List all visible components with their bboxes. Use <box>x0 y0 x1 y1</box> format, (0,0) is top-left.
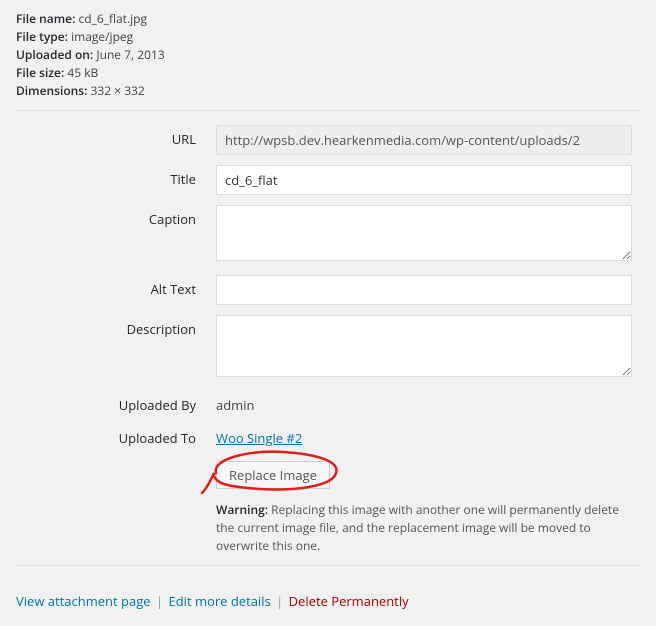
caption-textarea[interactable] <box>216 205 632 261</box>
replace-image-row: Replace Image <box>16 457 640 489</box>
description-row: Description <box>16 315 640 381</box>
separator: | <box>276 592 283 610</box>
title-row: Title <box>16 165 640 195</box>
warning-row: Warning: Replacing this image with anoth… <box>16 499 640 555</box>
uploaded-on-value: June 7, 2013 <box>96 46 164 63</box>
footer-links: View attachment page | Edit more details… <box>16 592 640 610</box>
url-label: URL <box>16 125 216 148</box>
file-meta-block: File name: cd_6_flat.jpg File type: imag… <box>16 10 640 100</box>
filename-row: File name: cd_6_flat.jpg <box>16 10 640 28</box>
alt-text-row: Alt Text <box>16 275 640 305</box>
divider <box>16 110 640 111</box>
delete-permanently-link[interactable]: Delete Permanently <box>289 592 409 610</box>
warning-body: Replacing this image with another one wi… <box>216 501 619 554</box>
replace-image-button[interactable]: Replace Image <box>216 461 330 489</box>
view-attachment-link[interactable]: View attachment page <box>16 592 151 610</box>
dimensions-label: Dimensions: <box>16 82 87 99</box>
filename-value: cd_6_flat.jpg <box>78 10 147 27</box>
dimensions-value: 332 × 332 <box>91 82 145 99</box>
filetype-row: File type: image/jpeg <box>16 28 640 46</box>
uploaded-to-label: Uploaded To <box>16 424 216 447</box>
attachment-form: URL Title Caption Alt Text Description <box>16 125 640 555</box>
caption-label: Caption <box>16 205 216 228</box>
uploaded-by-row: Uploaded By admin <box>16 391 640 414</box>
filetype-label: File type: <box>16 28 68 45</box>
warning-text: Warning: Replacing this image with anoth… <box>216 501 632 555</box>
separator: | <box>156 592 163 610</box>
url-row: URL <box>16 125 640 155</box>
title-label: Title <box>16 165 216 188</box>
filetype-value: image/jpeg <box>71 28 133 45</box>
caption-row: Caption <box>16 205 640 265</box>
filesize-row: File size: 45 kB <box>16 64 640 82</box>
edit-details-link[interactable]: Edit more details <box>169 592 271 610</box>
footer-divider <box>16 565 640 566</box>
title-input[interactable] <box>216 165 632 195</box>
url-input[interactable] <box>216 125 632 155</box>
attachment-details-panel: File name: cd_6_flat.jpg File type: imag… <box>0 0 656 626</box>
description-textarea[interactable] <box>216 315 632 377</box>
filename-label: File name: <box>16 10 75 27</box>
uploaded-by-label: Uploaded By <box>16 391 216 414</box>
filesize-value: 45 kB <box>67 64 98 81</box>
uploaded-on-row: Uploaded on: June 7, 2013 <box>16 46 640 64</box>
uploaded-to-link[interactable]: Woo Single #2 <box>216 429 302 447</box>
uploaded-by-value: admin <box>216 391 632 414</box>
alt-text-input[interactable] <box>216 275 632 305</box>
description-label: Description <box>16 315 216 338</box>
alt-text-label: Alt Text <box>16 275 216 298</box>
warning-label: Warning: <box>216 501 268 518</box>
uploaded-to-row: Uploaded To Woo Single #2 <box>16 424 640 447</box>
uploaded-on-label: Uploaded on: <box>16 46 93 63</box>
dimensions-row: Dimensions: 332 × 332 <box>16 82 640 100</box>
filesize-label: File size: <box>16 64 64 81</box>
